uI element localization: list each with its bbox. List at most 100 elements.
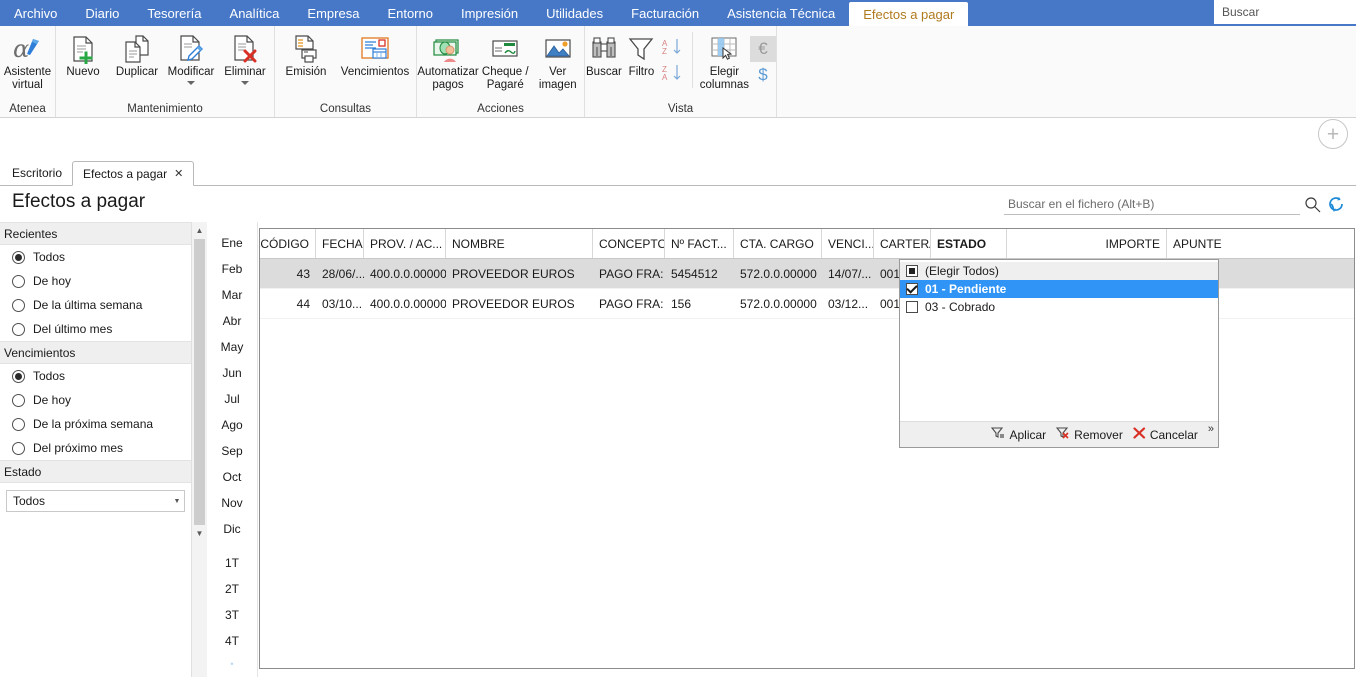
quarter-cell-1t[interactable]: 1T: [207, 550, 257, 576]
ribbon-button-emision[interactable]: Emisión: [275, 30, 337, 81]
month-cell-ago[interactable]: Ago: [207, 412, 257, 438]
month-cell-jul[interactable]: Jul: [207, 386, 257, 412]
menu-item-diario[interactable]: Diario: [71, 0, 133, 26]
month-cell-nov[interactable]: Nov: [207, 490, 257, 516]
filter-more-icon[interactable]: »: [1208, 423, 1214, 435]
currency-euro-icon[interactable]: €: [750, 36, 776, 62]
add-tab-button[interactable]: +: [1318, 119, 1348, 149]
menu-item-entorno[interactable]: Entorno: [373, 0, 447, 26]
svg-text:α: α: [13, 35, 29, 63]
grid-header-prov-ac[interactable]: PROV. / AC...: [364, 229, 446, 258]
filter-sidebar: Recientes Todos De hoy De la última sema…: [0, 222, 191, 677]
window-tab-escritorio[interactable]: Escritorio: [2, 161, 72, 185]
checkbox-partial-icon[interactable]: [906, 265, 918, 277]
filter-option-01-pendiente[interactable]: 01 - Pendiente: [900, 280, 1218, 298]
remove-filter-button[interactable]: Remover: [1056, 427, 1123, 442]
sidebar-option-recientes-ultimo-mes[interactable]: Del último mes: [0, 317, 191, 341]
rail-more-indicator[interactable]: •: [207, 654, 257, 674]
quarter-cell-3t[interactable]: 3T: [207, 602, 257, 628]
grid-header-apunte[interactable]: APUNTE: [1167, 229, 1354, 258]
ribbon-button-vencimientos[interactable]: Vencimientos: [337, 30, 413, 81]
grid-header-cartera[interactable]: CARTERA: [874, 229, 931, 258]
chevron-down-icon[interactable]: ▼: [170, 498, 184, 505]
ribbon-button-modificar[interactable]: Modificar: [164, 30, 218, 87]
month-cell-feb[interactable]: Feb: [207, 256, 257, 282]
sidebar-option-recientes-ultima-semana[interactable]: De la última semana: [0, 293, 191, 317]
ribbon-button-filtro[interactable]: Filtro: [623, 30, 660, 81]
search-icon[interactable]: [1300, 196, 1324, 213]
menu-item-facturacion[interactable]: Facturación: [617, 0, 713, 26]
ribbon-button-nuevo[interactable]: Nuevo: [56, 30, 110, 81]
ribbon-button-duplicar[interactable]: Duplicar: [110, 30, 164, 81]
estado-dropdown[interactable]: Todos ▼: [6, 490, 185, 512]
ribbon-group-mantenimiento: Nuevo Duplicar Modificar Eliminar Manten…: [56, 26, 275, 117]
month-cell-sep[interactable]: Sep: [207, 438, 257, 464]
window-tab-efectos-a-pagar[interactable]: Efectos a pagar ✕: [72, 161, 195, 186]
month-cell-oct[interactable]: Oct: [207, 464, 257, 490]
currency-dollar-icon[interactable]: $: [750, 62, 776, 88]
menu-item-analitica[interactable]: Analítica: [216, 0, 294, 26]
close-icon[interactable]: ✕: [174, 167, 183, 180]
filter-option-elegir-todos[interactable]: (Elegir Todos): [900, 262, 1218, 280]
grid-header-nombre[interactable]: NOMBRE: [446, 229, 593, 258]
ribbon-button-buscar[interactable]: Buscar: [585, 30, 623, 81]
menu-item-impresion[interactable]: Impresión: [447, 0, 532, 26]
scrollbar-thumb[interactable]: [194, 238, 205, 526]
apply-filter-button[interactable]: Aplicar: [991, 427, 1046, 442]
menu-item-tesoreria[interactable]: Tesorería: [133, 0, 215, 26]
menu-item-empresa[interactable]: Empresa: [293, 0, 373, 26]
chevron-down-icon[interactable]: [241, 80, 249, 85]
file-search-input[interactable]: [1004, 193, 1300, 215]
grid-header-fecha[interactable]: FECHA: [316, 229, 364, 258]
month-cell-dic[interactable]: Dic: [207, 516, 257, 542]
sidebar-option-vencimientos-proxima-semana[interactable]: De la próxima semana: [0, 412, 191, 436]
grid-header-concepto[interactable]: CONCEPTO: [593, 229, 665, 258]
ribbon-button-ver-imagen[interactable]: Ver imagen: [532, 30, 585, 93]
scroll-down-icon[interactable]: ▼: [192, 525, 208, 542]
filter-option-03-cobrado[interactable]: 03 - Cobrado: [900, 298, 1218, 316]
checkbox-checked-icon[interactable]: [906, 283, 918, 295]
cancel-filter-button[interactable]: Cancelar: [1133, 427, 1198, 442]
ribbon-button-automatizar-pagos[interactable]: Automatizar pagos: [417, 30, 479, 93]
month-cell-may[interactable]: May: [207, 334, 257, 360]
ribbon-toolbar: α Asistente virtual Atenea Nuevo Duplica…: [0, 26, 1356, 118]
menu-item-efectos-a-pagar[interactable]: Efectos a pagar: [849, 2, 969, 26]
quarter-cell-2t[interactable]: 2T: [207, 576, 257, 602]
sidebar-option-recientes-de-hoy[interactable]: De hoy: [0, 269, 191, 293]
month-cell-ene[interactable]: Ene: [207, 230, 257, 256]
month-cell-mar[interactable]: Mar: [207, 282, 257, 308]
month-cell-abr[interactable]: Abr: [207, 308, 257, 334]
menu-item-archivo[interactable]: Archivo: [0, 0, 71, 26]
ribbon-button-asistente-virtual[interactable]: α Asistente virtual: [0, 30, 55, 93]
checkbox-unchecked-icon[interactable]: [906, 301, 918, 313]
sort-az-icon[interactable]: A Z: [660, 34, 686, 60]
chevron-down-icon[interactable]: [187, 80, 195, 85]
month-cell-jun[interactable]: Jun: [207, 360, 257, 386]
ribbon-button-label: Elegir columnas: [699, 66, 749, 91]
sort-za-icon[interactable]: Z A: [660, 60, 686, 86]
refresh-icon[interactable]: [1324, 196, 1348, 213]
menu-item-utilidades[interactable]: Utilidades: [532, 0, 617, 26]
sidebar-option-vencimientos-proximo-mes[interactable]: Del próximo mes: [0, 436, 191, 460]
sidebar-option-recientes-todos[interactable]: Todos: [0, 245, 191, 269]
grid-header-n-fact[interactable]: Nº FACT...: [665, 229, 734, 258]
global-search-input[interactable]: [1214, 0, 1356, 26]
svg-text:A: A: [662, 73, 668, 82]
sidebar-option-vencimientos-de-hoy[interactable]: De hoy: [0, 388, 191, 412]
grid-header-cta-cargo[interactable]: CTA. CARGO: [734, 229, 822, 258]
ribbon-button-cheque-pagare[interactable]: Cheque / Pagaré: [479, 30, 532, 93]
sidebar-section-vencimientos: Vencimientos: [0, 341, 191, 364]
sidebar-option-vencimientos-todos[interactable]: Todos: [0, 364, 191, 388]
sidebar-scrollbar[interactable]: ▲ ▼: [191, 222, 207, 677]
scroll-up-icon[interactable]: ▲: [192, 222, 208, 239]
quarter-cell-4t[interactable]: 4T: [207, 628, 257, 654]
grid-header-importe[interactable]: IMPORTE: [1007, 229, 1167, 258]
grid-cell-prov-ac: 400.0.0.00000: [370, 296, 446, 311]
grid-header-venci[interactable]: VENCI...: [822, 229, 874, 258]
menu-item-asistencia-tecnica[interactable]: Asistencia Técnica: [713, 0, 849, 26]
radio-icon: [12, 369, 25, 383]
ribbon-button-eliminar[interactable]: Eliminar: [218, 30, 272, 87]
grid-header-estado[interactable]: ESTADO: [931, 229, 1007, 258]
ribbon-button-elegir-columnas[interactable]: Elegir columnas: [699, 30, 750, 93]
grid-header-codigo[interactable]: CÓDIGO: [260, 229, 316, 258]
